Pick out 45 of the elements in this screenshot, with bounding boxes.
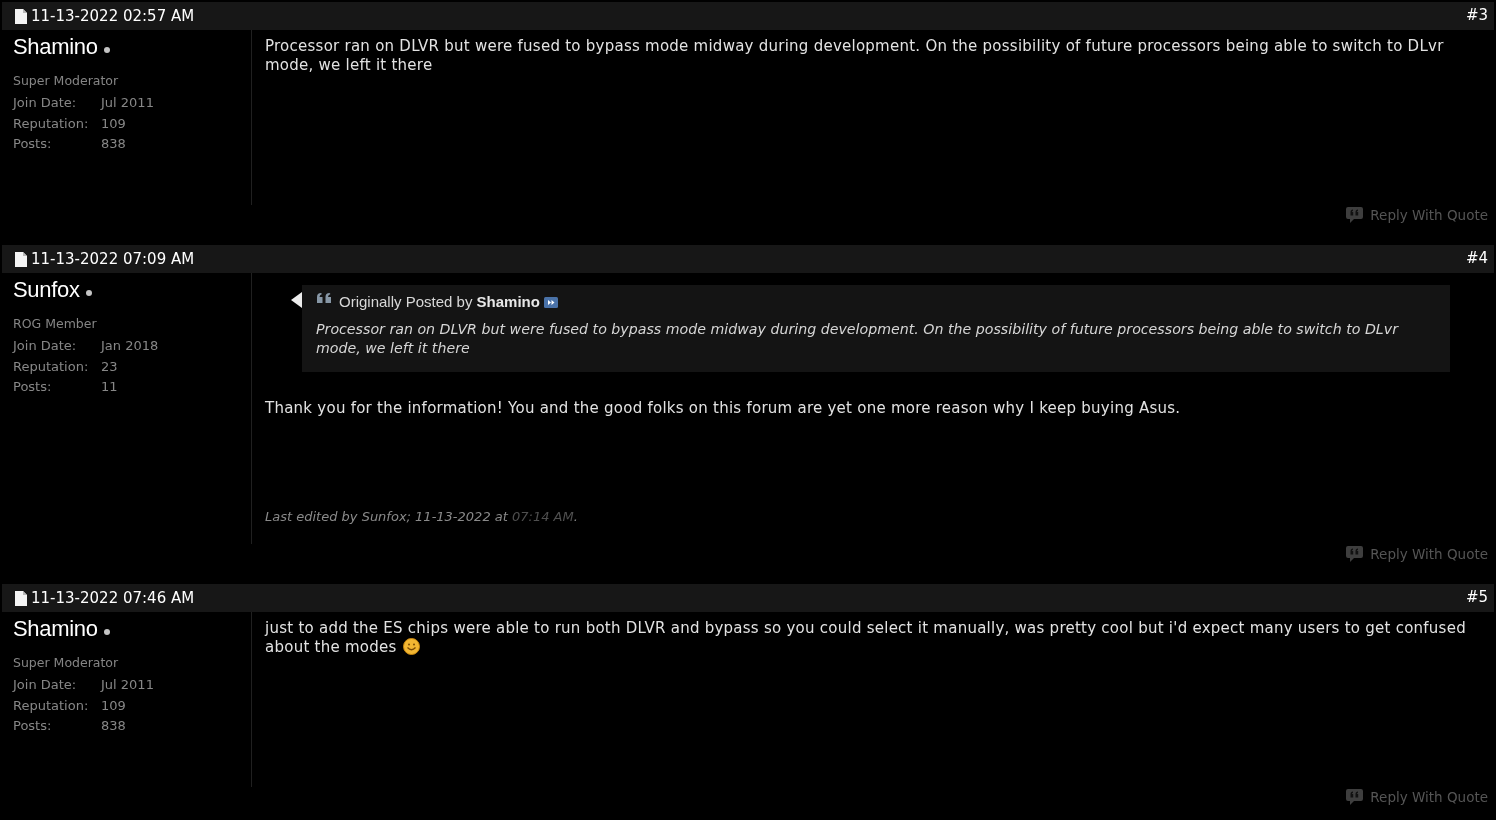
post-number-link[interactable]: #4: [1465, 249, 1488, 267]
stat-value: Jul 2011: [101, 676, 155, 694]
username-link[interactable]: Shamino: [13, 616, 98, 642]
post-number-link[interactable]: #3: [1465, 6, 1488, 24]
document-icon: [15, 590, 27, 606]
stat-value: 23: [101, 357, 119, 376]
document-icon: [15, 251, 27, 267]
stat-label: Posts:: [13, 717, 53, 735]
stat-value: 838: [101, 717, 127, 735]
pointer-triangle-icon: [291, 292, 302, 308]
stat-value: Jul 2011: [101, 94, 155, 112]
post-date: 11-13-2022 07:46 AM: [31, 589, 195, 607]
username-link[interactable]: Shamino: [13, 34, 98, 60]
stat-value: 109: [101, 114, 127, 133]
stat-label: Reputation:: [13, 357, 90, 376]
user-role: ROG Member: [13, 315, 98, 332]
stat-label: Posts:: [13, 378, 53, 396]
stat-label: Reputation:: [13, 114, 90, 133]
quote-marks-icon: [316, 293, 333, 305]
quote-attribution: Originally Posted by Shamino: [339, 292, 540, 310]
post-number-link[interactable]: #5: [1465, 588, 1488, 606]
speech-bubble-icon: [1346, 789, 1364, 805]
stat-label: Posts:: [13, 135, 53, 153]
user-role: Super Moderator: [13, 654, 120, 671]
post-message: Processor ran on DLVR but were fused to bypass mode midway during development. On the possibility of future processors being able to switch to DLvr mode, we left it there: [265, 37, 1444, 74]
quote-text: Processor ran on DLVR but were fused to bypass mode midway during development. On the possibility of future processors being able to switch to DLvr mode, we left it there: [316, 320, 1400, 358]
stat-label: Join Date:: [13, 676, 78, 694]
post-message: just to add the ES chips were able to run both DLVR and bypass so you could select it manually, was pretty cool but i'd expect many users to get confused about the modes: [265, 619, 1466, 656]
username-link[interactable]: Sunfox: [13, 277, 80, 303]
stat-label: Join Date:: [13, 337, 78, 355]
stat-value: 109: [101, 696, 127, 715]
stat-value: 11: [101, 378, 119, 396]
user-role: Super Moderator: [13, 72, 120, 89]
smiley-emoticon-icon: [402, 638, 420, 655]
stat-label: Reputation:: [13, 696, 90, 715]
stat-label: Join Date:: [13, 94, 78, 112]
post-date: 11-13-2022 07:09 AM: [31, 250, 195, 268]
speech-bubble-icon: [1346, 546, 1364, 562]
post-message: Thank you for the information! You and the good folks on this forum are yet one more reason why I keep buying Asus.: [265, 399, 1181, 417]
post-date: 11-13-2022 02:57 AM: [31, 7, 195, 25]
document-icon: [15, 8, 27, 24]
speech-bubble-icon: [1346, 207, 1364, 223]
stat-value: 838: [101, 135, 127, 153]
edit-note: Last edited by Sunfox; 11-13-2022 at 07:14 AM.: [265, 508, 579, 526]
stat-value: Jan 2018: [101, 337, 160, 355]
